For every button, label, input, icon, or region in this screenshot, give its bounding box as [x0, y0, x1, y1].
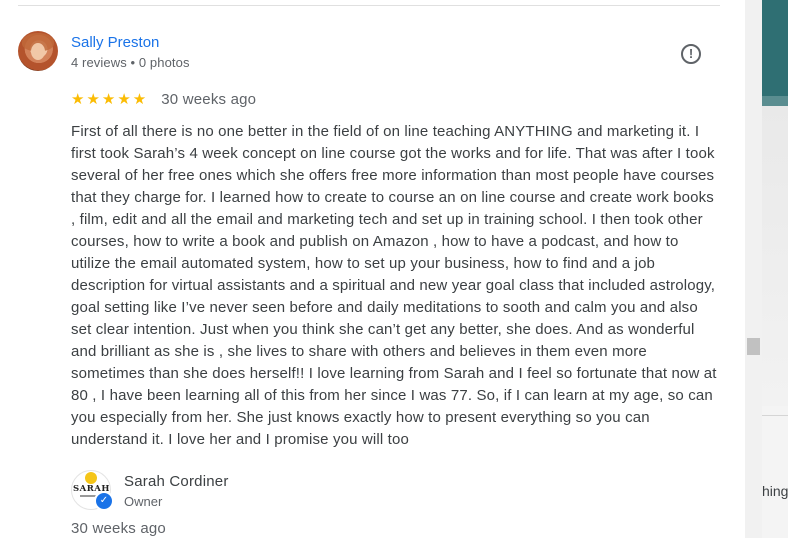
reviewer-name[interactable]: Sally Preston: [71, 34, 159, 51]
pane-divider: [762, 415, 788, 416]
divider: [18, 5, 720, 6]
owner-reply-time: 30 weeks ago: [71, 520, 166, 537]
partial-label: hing: [762, 483, 788, 499]
verified-check-icon: ✓: [94, 491, 114, 511]
map-image-edge: [762, 96, 788, 106]
review-text: First of all there is no one better in t…: [71, 123, 717, 448]
owner-name: Sarah Cordiner: [124, 473, 229, 490]
review-panel: Sally Preston 4 reviews • 0 photos ! ★★★…: [0, 0, 745, 538]
flag-icon[interactable]: !: [681, 44, 701, 64]
map-image-strip: [762, 0, 788, 103]
rating-row: ★★★★★ 30 weeks ago: [71, 89, 256, 109]
reviewer-avatar[interactable]: [18, 31, 58, 71]
scrollbar[interactable]: [745, 0, 762, 538]
avatar-face: [31, 43, 45, 60]
owner-avatar[interactable]: SARAH ✓: [71, 470, 114, 511]
scrollbar-thumb[interactable]: [747, 338, 760, 355]
reviewer-meta: 4 reviews • 0 photos: [71, 55, 190, 70]
right-pane: hing: [762, 0, 788, 538]
image-placeholder: [762, 106, 788, 406]
review-time: 30 weeks ago: [161, 90, 257, 108]
logo-mark-icon: [85, 472, 97, 484]
star-rating: ★★★★★: [71, 91, 149, 108]
owner-role: Owner: [124, 494, 163, 509]
